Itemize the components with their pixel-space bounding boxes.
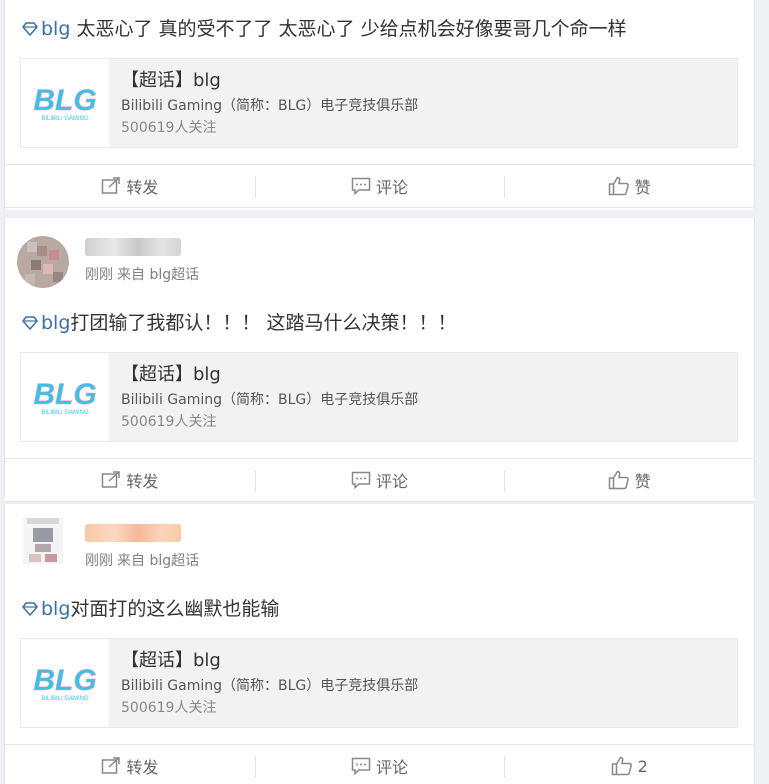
post-body: 太恶心了 真的受不了了 太恶心了 少给点机会好像要哥几个命一样	[70, 18, 627, 40]
diamond-icon	[22, 602, 38, 616]
card-description: Bilibili Gaming（简称：BLG）电子竞技俱乐部	[121, 678, 419, 694]
topic-link[interactable]: blg	[41, 312, 70, 334]
card-description: Bilibili Gaming（简称：BLG）电子竞技俱乐部	[121, 98, 419, 114]
repost-icon	[102, 757, 121, 774]
card-followers: 500619人关注	[121, 700, 217, 716]
blg-logo: BLG BILIBILI GAMING	[21, 353, 109, 441]
post-text: blg打团输了我都认！！！ 这踏马什么决策！！！	[5, 308, 754, 338]
comment-icon	[351, 177, 371, 195]
post-meta: 刚刚 来自 blg超话	[85, 550, 203, 570]
username-blurred[interactable]	[85, 238, 181, 256]
post-source[interactable]: 来自 blg超话	[117, 267, 199, 283]
like-button[interactable]: 赞	[504, 165, 754, 207]
card-description: Bilibili Gaming（简称：BLG）电子竞技俱乐部	[121, 392, 419, 408]
like-icon	[608, 176, 629, 196]
logo-subtext: BILIBILI GAMING	[41, 696, 89, 702]
repost-label: 转发	[126, 758, 159, 777]
comment-button[interactable]: 评论	[254, 459, 505, 501]
avatar[interactable]	[23, 518, 63, 564]
post: 刚刚 来自 blg超话 blg对面打的这么幽默也能输 BLG BILIBILI G…	[4, 504, 755, 784]
repost-button[interactable]: 转发	[5, 745, 255, 784]
topic-card[interactable]: BLG BILIBILI GAMING 【超话】blg Bilibili Gam…	[20, 638, 738, 728]
logo-text: BLG	[33, 664, 96, 697]
like-count: 2	[637, 756, 648, 776]
post-time: 刚刚	[85, 553, 113, 569]
post-body: 打团输了我都认！！！ 这踏马什么决策！！！	[70, 312, 457, 334]
repost-icon	[102, 471, 121, 488]
comment-label: 评论	[376, 472, 409, 491]
action-bar: 转发 评论 赞	[5, 164, 754, 208]
like-label: 赞	[634, 472, 651, 491]
logo-text: BLG	[33, 378, 96, 411]
like-label: 赞	[634, 178, 651, 197]
username-blurred[interactable]	[85, 524, 181, 542]
comment-label: 评论	[376, 758, 409, 777]
like-button[interactable]: 赞	[504, 459, 754, 501]
weibo-feed: blg 太恶心了 真的受不了了 太恶心了 少给点机会好像要哥几个命一样 BLG …	[0, 0, 769, 784]
comment-button[interactable]: 评论	[254, 745, 505, 784]
like-icon	[611, 756, 632, 776]
topic-link[interactable]: blg	[41, 598, 70, 620]
action-bar: 转发 评论 赞	[5, 458, 754, 502]
post: blg 太恶心了 真的受不了了 太恶心了 少给点机会好像要哥几个命一样 BLG …	[4, 0, 755, 210]
like-icon	[608, 470, 629, 490]
avatar[interactable]	[17, 236, 69, 288]
card-title: 【超话】blg	[121, 364, 221, 385]
blg-logo: BLG BILIBILI GAMING	[21, 59, 109, 147]
logo-subtext: BILIBILI GAMING	[41, 116, 89, 122]
card-followers: 500619人关注	[121, 120, 217, 136]
topic-card[interactable]: BLG BILIBILI GAMING 【超话】blg Bilibili Gam…	[20, 58, 738, 148]
topic-link[interactable]: blg	[41, 18, 70, 40]
repost-label: 转发	[126, 472, 159, 491]
logo-text: BLG	[33, 84, 96, 117]
comment-label: 评论	[376, 178, 409, 197]
post-source[interactable]: 来自 blg超话	[117, 553, 199, 569]
action-bar: 转发 评论 2	[5, 744, 754, 784]
post-time: 刚刚	[85, 267, 113, 283]
repost-button[interactable]: 转发	[5, 165, 255, 207]
comment-icon	[351, 757, 371, 775]
comment-button[interactable]: 评论	[254, 165, 505, 207]
logo-subtext: BILIBILI GAMING	[41, 410, 89, 416]
diamond-icon	[22, 316, 38, 330]
card-title: 【超话】blg	[121, 650, 221, 671]
repost-label: 转发	[126, 178, 159, 197]
comment-icon	[351, 471, 371, 489]
like-button[interactable]: 2	[504, 745, 754, 784]
post-text: blg对面打的这么幽默也能输	[5, 594, 754, 624]
post-meta: 刚刚 来自 blg超话	[85, 264, 203, 284]
diamond-icon	[22, 22, 38, 36]
post: 刚刚 来自 blg超话 blg打团输了我都认！！！ 这踏马什么决策！！！ BLG …	[4, 218, 755, 502]
card-title: 【超话】blg	[121, 70, 221, 91]
topic-card[interactable]: BLG BILIBILI GAMING 【超话】blg Bilibili Gam…	[20, 352, 738, 442]
card-followers: 500619人关注	[121, 414, 217, 430]
post-body: 对面打的这么幽默也能输	[70, 598, 280, 620]
repost-button[interactable]: 转发	[5, 459, 255, 501]
repost-icon	[102, 177, 121, 194]
blg-logo: BLG BILIBILI GAMING	[21, 639, 109, 727]
post-text: blg 太恶心了 真的受不了了 太恶心了 少给点机会好像要哥几个命一样	[5, 0, 754, 44]
